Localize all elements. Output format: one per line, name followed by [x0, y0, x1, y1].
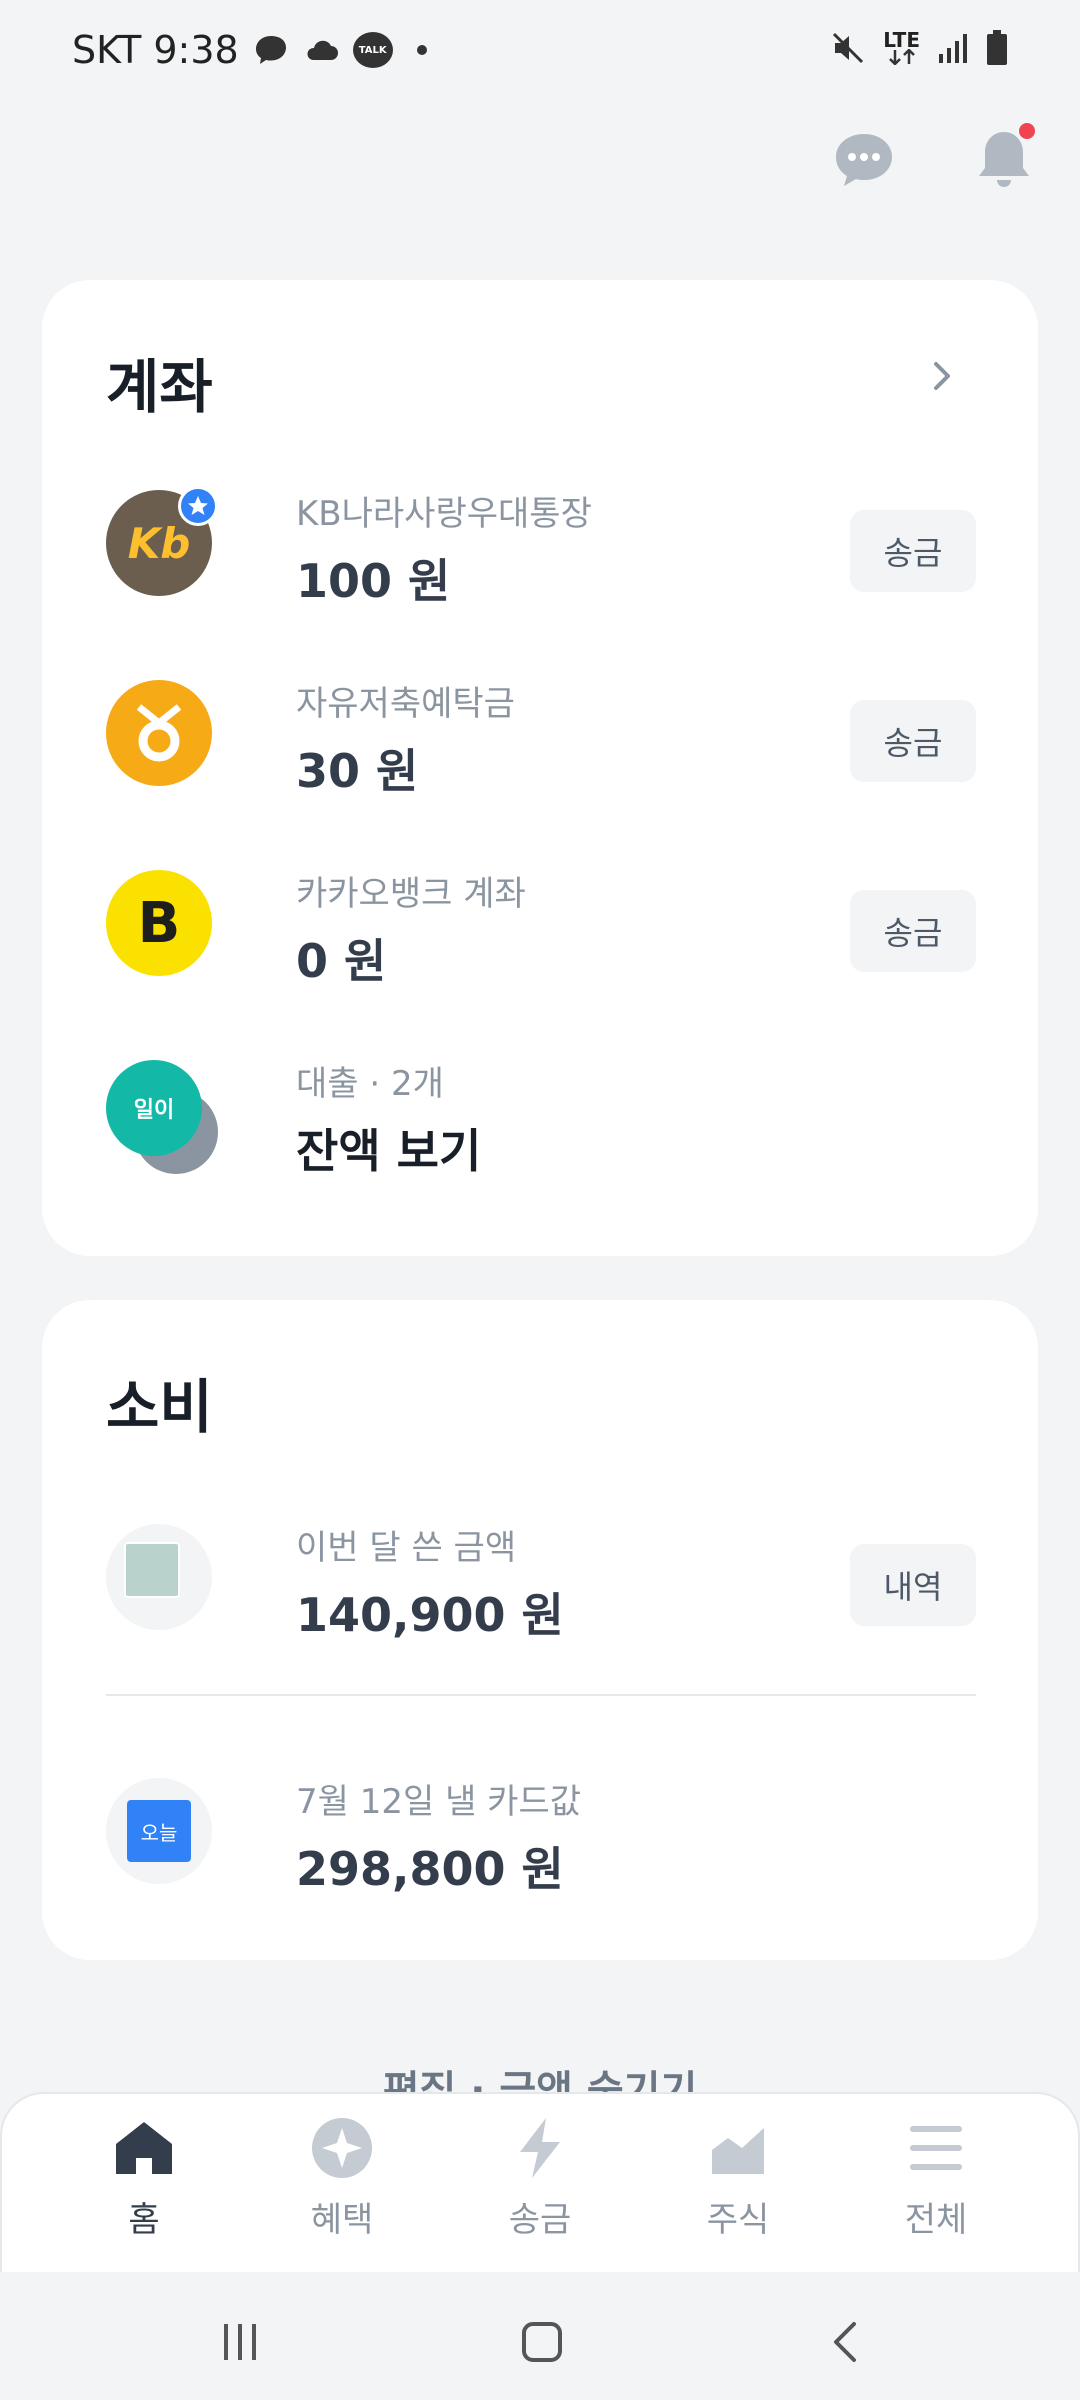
- battery-icon: [987, 30, 1007, 65]
- mute-icon: [833, 32, 864, 64]
- month-spending-label: 이번 달 쓴 금액: [296, 1528, 517, 1568]
- talk-badge-text: TALK: [358, 44, 387, 56]
- nav-label: 전체: [904, 2200, 968, 2240]
- star-badge-icon: [178, 486, 218, 526]
- savings-logo: [106, 680, 212, 786]
- notification-button[interactable]: [964, 120, 1044, 200]
- chevron-right-icon[interactable]: [922, 356, 962, 396]
- month-spending-row[interactable]: 이번 달 쓴 금액 140,900 원 내역: [106, 1514, 976, 1644]
- nav-label: 홈: [128, 2200, 160, 2240]
- receipt-logo: [106, 1524, 212, 1630]
- account-amount: 0 원: [296, 934, 387, 988]
- savings-logo-icon: [136, 704, 182, 762]
- nav-benefit[interactable]: 혜택: [272, 2116, 412, 2266]
- system-nav-bar: [0, 2272, 1080, 2400]
- account-amount: 100 원: [296, 554, 451, 608]
- nav-stock[interactable]: 주식: [668, 2116, 808, 2266]
- calendar-logo: 오늘: [106, 1778, 212, 1884]
- home-button[interactable]: [512, 2312, 572, 2372]
- kb-text: KB나라사랑우대통장 100 원: [296, 486, 592, 611]
- today-badge: 오늘: [127, 1800, 191, 1862]
- data-arrows-icon: [888, 49, 915, 65]
- notification-dot: [1016, 120, 1038, 142]
- nav-label: 혜택: [310, 2200, 374, 2240]
- card-bill-label: 7월 12일 낼 카드값: [296, 1782, 581, 1822]
- history-button[interactable]: 내역: [850, 1544, 976, 1626]
- spending-title: 소비: [106, 1373, 213, 1441]
- today-badge-text: 오늘: [140, 1820, 178, 1845]
- account-amount: 30 원: [296, 744, 419, 798]
- cloud-icon: [307, 40, 338, 60]
- lte-icon: LTE: [883, 28, 920, 65]
- chat-icon: [836, 134, 892, 186]
- account-row-savings[interactable]: 자유저축예탁금 30 원 송금: [106, 670, 976, 800]
- card-bill-text: 7월 12일 낼 카드값 298,800 원: [296, 1774, 581, 1899]
- send-button[interactable]: 송금: [850, 510, 976, 592]
- nav-home[interactable]: 홈: [74, 2116, 214, 2266]
- divider: [106, 1694, 976, 1696]
- top-actions: [824, 120, 1044, 200]
- lightning-icon: [520, 2118, 560, 2178]
- account-name: 자유저축예탁금: [296, 684, 515, 724]
- loan-logo: 일이: [106, 1060, 222, 1178]
- month-spending-text: 이번 달 쓴 금액 140,900 원: [296, 1520, 564, 1645]
- lte-text: LTE: [883, 28, 920, 52]
- recent-apps-button[interactable]: [210, 2312, 270, 2372]
- bottom-nav: 홈 혜택 송금 주식 전체: [0, 2092, 1080, 2272]
- talk-icon: TALK: [352, 32, 393, 68]
- loan-text: 대출 · 2개 잔액 보기: [296, 1056, 481, 1181]
- account-row-kakao[interactable]: B 카카오뱅크 계좌 0 원 송금: [106, 860, 976, 990]
- recent-apps-icon: [224, 2324, 256, 2360]
- menu-icon: [910, 2126, 962, 2170]
- nav-label: 송금: [508, 2200, 572, 2240]
- view-balance-link[interactable]: 잔액 보기: [296, 1115, 481, 1181]
- savings-text: 자유저축예탁금 30 원: [296, 676, 515, 801]
- receipt-icon: [124, 1542, 180, 1598]
- month-spending-amount: 140,900 원: [296, 1588, 564, 1642]
- send-button[interactable]: 송금: [850, 700, 976, 782]
- account-name: KB나라사랑우대통장: [296, 494, 592, 534]
- kb-logo: Kb: [106, 486, 218, 596]
- back-icon: [834, 2322, 856, 2362]
- signal-icon: [939, 34, 967, 63]
- carrier-time: SKT 9:38: [72, 28, 239, 72]
- home-square-icon: [522, 2322, 562, 2362]
- spending-card: 소비 이번 달 쓴 금액 140,900 원 내역 오늘 7월 12일 낼 카드…: [42, 1300, 1038, 1960]
- loan-logo-text: 일이: [133, 1098, 175, 1123]
- back-button[interactable]: [816, 2312, 876, 2372]
- loan-label: 대출 · 2개: [296, 1064, 444, 1104]
- kb-logo-text: Kb: [127, 518, 191, 568]
- nav-send[interactable]: 송금: [470, 2116, 610, 2266]
- account-row-loan[interactable]: 일이 대출 · 2개 잔액 보기: [106, 1050, 976, 1180]
- card-bill-row[interactable]: 오늘 7월 12일 낼 카드값 298,800 원: [106, 1768, 976, 1898]
- account-row-kb[interactable]: Kb KB나라사랑우대통장 100 원 송금: [106, 480, 976, 610]
- dot-icon: [416, 45, 427, 55]
- send-button[interactable]: 송금: [850, 890, 976, 972]
- loan-logo-front: 일이: [106, 1060, 202, 1156]
- chat-button[interactable]: [824, 120, 904, 200]
- card-bill-amount: 298,800 원: [296, 1842, 564, 1896]
- chat-bubble-icon: [255, 36, 286, 64]
- accounts-card: 계좌 Kb KB나라사랑우대통장 100 원 송금 자유저축예탁금 30 원 송…: [42, 280, 1038, 1256]
- kakaobank-logo-text: B: [137, 890, 181, 956]
- status-left: SKT 9:38 TALK: [72, 28, 427, 72]
- nav-all[interactable]: 전체: [866, 2116, 1006, 2266]
- nav-label: 주식: [706, 2200, 770, 2240]
- account-name: 카카오뱅크 계좌: [296, 874, 526, 914]
- benefit-icon: [312, 2118, 372, 2178]
- kakaobank-logo: B: [106, 870, 212, 976]
- home-icon: [116, 2122, 172, 2174]
- kakao-text: 카카오뱅크 계좌 0 원: [296, 866, 526, 991]
- status-right: LTE: [831, 30, 1008, 66]
- stock-chart-icon: [712, 2128, 764, 2174]
- accounts-title: 계좌: [106, 353, 213, 421]
- status-bar: SKT 9:38 TALK LTE: [0, 0, 1080, 110]
